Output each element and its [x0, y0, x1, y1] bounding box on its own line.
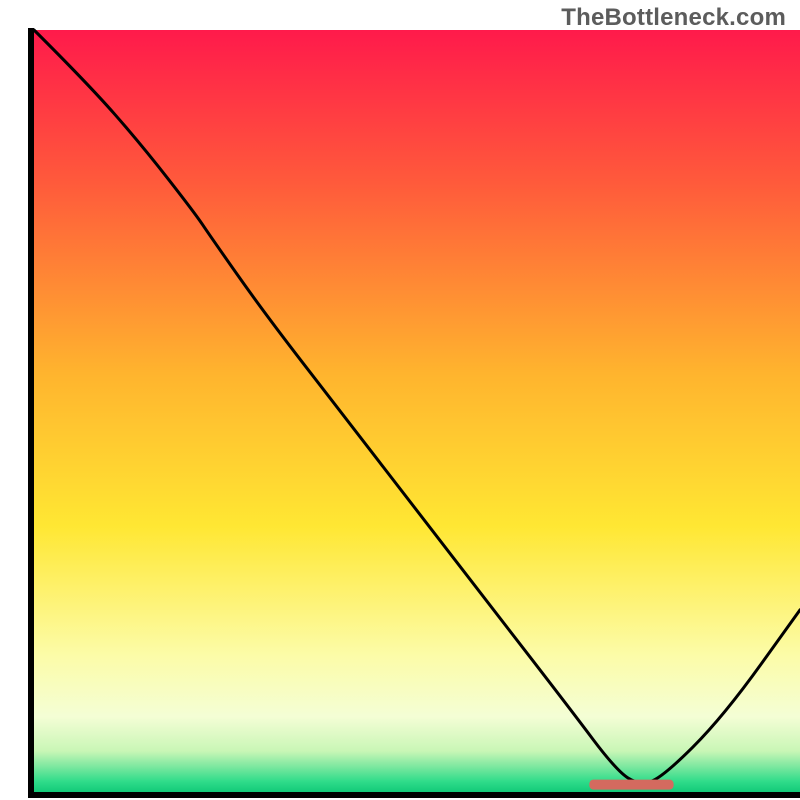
plot-background: [34, 30, 800, 793]
watermark-text: TheBottleneck.com: [561, 4, 786, 32]
chart-frame: TheBottleneck.com: [0, 0, 800, 800]
plot-area: [34, 30, 800, 793]
optimal-range-marker: [589, 780, 673, 790]
chart-svg: [0, 0, 800, 800]
